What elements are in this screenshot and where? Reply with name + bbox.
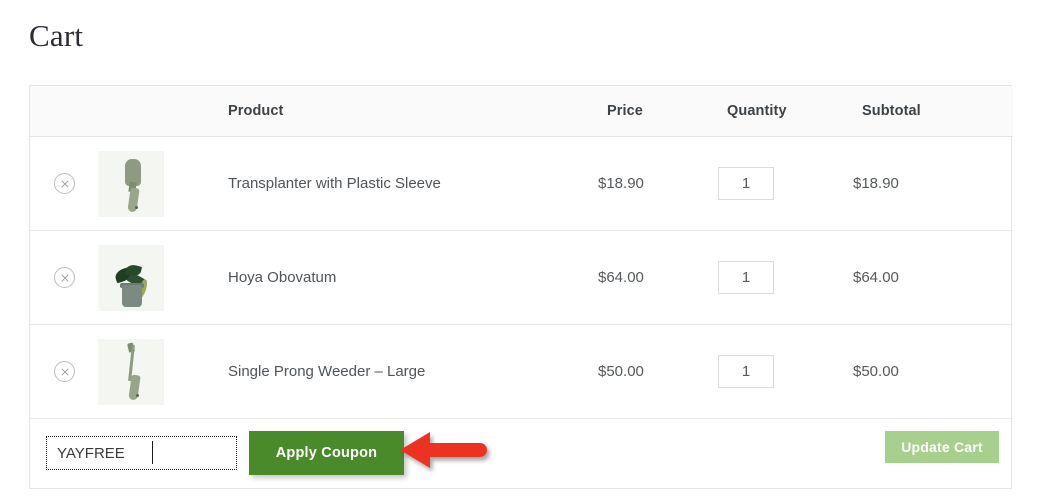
cell-subtotal: $64.00 <box>853 230 1013 325</box>
single-prong-weeder-thumbnail[interactable] <box>98 338 164 405</box>
product-name-link[interactable]: Transplanter with Plastic Sleeve <box>220 175 441 192</box>
column-header-remove <box>30 86 98 137</box>
column-header-price: Price <box>598 86 718 137</box>
table-row: Hoya Obovatum $64.00 $64.00 <box>30 230 1013 325</box>
page-title: Cart <box>29 18 84 53</box>
cell-price: $64.00 <box>598 230 718 325</box>
cell-thumbnail <box>98 230 220 325</box>
coupon-code-input[interactable] <box>46 436 237 470</box>
column-header-product: Product <box>220 86 598 137</box>
remove-circle-x-icon[interactable] <box>54 173 75 194</box>
cell-product: Single Prong Weeder – Large <box>220 324 598 419</box>
cell-thumbnail <box>98 324 220 419</box>
cart-table: Product Price Quantity Subtotal Transpla… <box>29 85 1013 489</box>
table-header-row: Product Price Quantity Subtotal <box>30 86 1013 137</box>
cell-price: $18.90 <box>598 136 718 231</box>
table-row: Single Prong Weeder – Large $50.00 $50.0… <box>30 324 1013 419</box>
column-header-subtotal: Subtotal <box>853 86 1013 137</box>
table-row: Transplanter with Plastic Sleeve $18.90 … <box>30 136 1013 231</box>
remove-circle-x-icon[interactable] <box>54 361 75 382</box>
column-header-quantity: Quantity <box>718 86 853 137</box>
update-cart-button[interactable]: Update Cart <box>885 431 999 463</box>
cell-remove <box>30 136 98 231</box>
cell-product: Hoya Obovatum <box>220 230 598 325</box>
apply-coupon-button[interactable]: Apply Coupon <box>249 431 404 475</box>
cell-price: $50.00 <box>598 324 718 419</box>
cell-quantity <box>718 324 853 419</box>
cell-quantity <box>718 136 853 231</box>
cart-actions-row: Apply Coupon Update Cart <box>30 419 1013 489</box>
column-header-thumbnail <box>98 86 220 137</box>
remove-circle-x-icon[interactable] <box>54 267 75 288</box>
text-cursor <box>152 441 153 464</box>
cell-subtotal: $18.90 <box>853 136 1013 231</box>
cell-remove <box>30 230 98 325</box>
transplanter-trowel-thumbnail[interactable] <box>98 150 164 217</box>
product-name-link[interactable]: Hoya Obovatum <box>220 269 336 286</box>
cell-quantity <box>718 230 853 325</box>
product-name-link[interactable]: Single Prong Weeder – Large <box>220 363 425 380</box>
cell-subtotal: $50.00 <box>853 324 1013 419</box>
cell-cart-actions: Apply Coupon Update Cart <box>30 419 1013 489</box>
cell-remove <box>30 324 98 419</box>
quantity-input[interactable] <box>718 167 774 200</box>
quantity-input[interactable] <box>718 355 774 388</box>
cell-product: Transplanter with Plastic Sleeve <box>220 136 598 231</box>
hoya-plant-thumbnail[interactable] <box>98 244 164 311</box>
cell-thumbnail <box>98 136 220 231</box>
quantity-input[interactable] <box>718 261 774 294</box>
